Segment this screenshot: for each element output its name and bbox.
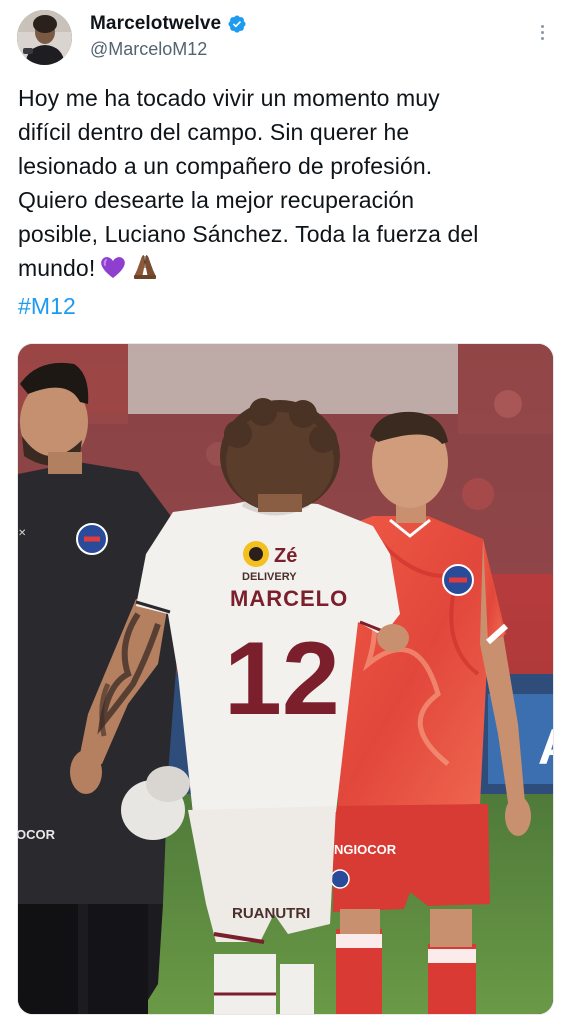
tweet-text: Hoy me ha tocado vivir un momento muy di… bbox=[18, 81, 554, 323]
tweet-text-line: difícil dentro del campo. Sin querer he bbox=[18, 119, 410, 145]
tweet-photo[interactable]: A ✕ OCOR bbox=[17, 343, 554, 1015]
tweet-text-line: Hoy me ha tocado vivir un momento muy bbox=[18, 85, 440, 111]
red-shorts-text: NGIOCOR bbox=[334, 842, 397, 857]
hashtag-link[interactable]: #M12 bbox=[18, 289, 554, 323]
author-display-name[interactable]: Marcelotwelve bbox=[90, 13, 221, 35]
tweet-text-line: lesionado a un compañero de profesión. bbox=[18, 153, 433, 179]
jersey-name: MARCELO bbox=[230, 586, 348, 611]
tweet-text-line: Quiero desearte la mejor recuperación bbox=[18, 187, 415, 213]
tweet-text-line: mundo! bbox=[18, 255, 96, 281]
author-name-row: Marcelotwelve bbox=[90, 11, 247, 37]
tweet-text-line: posible, Luciano Sánchez. Toda la fuerza… bbox=[18, 221, 479, 247]
jersey-number: 12 bbox=[224, 621, 340, 737]
left-shorts-text: OCOR bbox=[18, 827, 56, 842]
tweet-text-last-line: mundo! bbox=[18, 251, 554, 289]
purple-heart-emoji bbox=[99, 254, 127, 289]
svg-text:A: A bbox=[538, 719, 554, 775]
more-options-icon[interactable] bbox=[532, 20, 552, 44]
folded-hands-emoji bbox=[131, 252, 159, 289]
author-handle[interactable]: @MarceloM12 bbox=[90, 39, 207, 60]
avatar[interactable] bbox=[17, 10, 72, 65]
svg-text:✕: ✕ bbox=[18, 528, 26, 539]
shorts-sponsor-text: RUANUTRI bbox=[232, 905, 310, 922]
verified-badge-icon bbox=[227, 14, 247, 34]
sponsor-text: DELIVERY bbox=[242, 571, 297, 583]
sponsor-logo-text: Zé bbox=[274, 545, 297, 567]
tweet-card: Marcelotwelve @MarceloM12 Hoy me ha toca… bbox=[0, 0, 570, 1024]
